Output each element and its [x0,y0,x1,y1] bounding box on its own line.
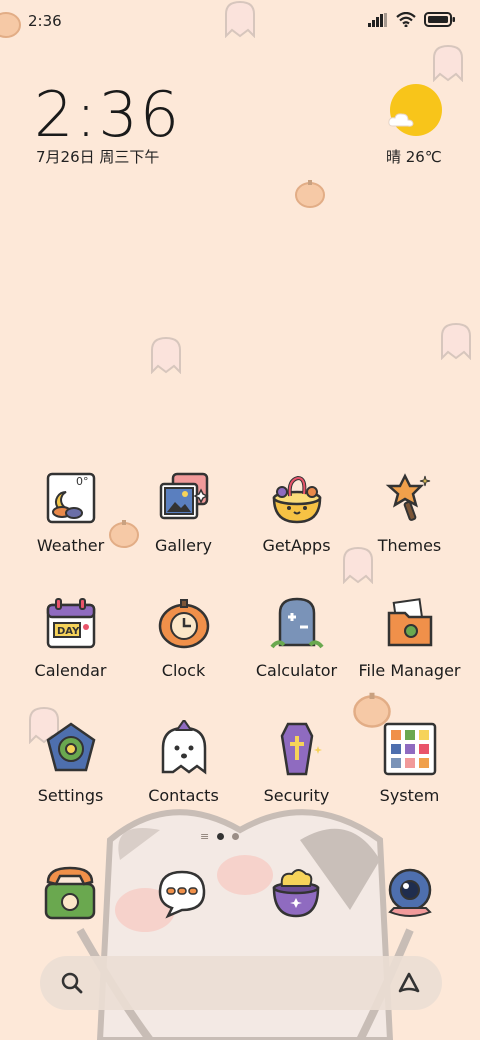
messages-icon[interactable] [152,862,212,922]
app-settings[interactable]: Settings [14,720,127,830]
ghost-decoration-icon [225,0,255,38]
ghost-decoration-icon [151,336,181,374]
cloud-icon [388,113,414,127]
app-system[interactable]: System [353,720,466,830]
phone-icon[interactable] [40,862,100,922]
cauldron-icon[interactable] [266,862,326,922]
gallery-icon [159,472,209,520]
battery-icon [424,12,455,27]
pumpkin-decoration-icon [295,180,325,208]
page-dot-active [217,833,225,840]
app-label: Clock [161,661,206,680]
file-manager-icon [387,598,433,647]
app-calculator[interactable]: Calculator [240,595,353,705]
app-label: Contacts [148,786,219,805]
search-bar[interactable] [40,956,442,1010]
security-icon [280,722,322,776]
app-getapps[interactable]: GetApps [240,470,353,580]
clock-widget-date[interactable]: 7月26日 周三下午 [36,146,159,167]
clock-icon [158,599,210,649]
camera-icon[interactable] [380,862,440,922]
app-file-manager[interactable]: File Manager [353,595,466,705]
app-gallery[interactable]: Gallery [127,470,240,580]
calendar-icon: DAY [46,598,96,649]
app-label: File Manager [358,661,461,680]
signal-icon [368,12,387,27]
app-label: Themes [377,536,442,555]
wifi-icon [396,12,416,27]
app-security[interactable]: Security [240,720,353,830]
sun-icon[interactable] [388,84,442,136]
svg-text:0°: 0° [76,475,89,488]
app-label: System [379,786,440,805]
weather-icon: 0° [46,472,96,524]
page-list-icon: ≡ [200,830,210,843]
app-label: Calendar [34,661,107,680]
page-indicator[interactable]: ≡ [200,830,240,843]
weather-widget-text[interactable]: 晴 26℃ [386,146,442,167]
app-label: Gallery [155,536,212,555]
svg-text:DAY: DAY [57,626,80,637]
app-label: Security [263,786,330,805]
app-contacts[interactable]: Contacts [127,720,240,830]
search-icon[interactable] [60,971,84,995]
settings-icon [46,722,96,772]
ghost-decoration-icon [441,322,471,360]
contacts-icon [161,720,207,775]
app-label: Calculator [255,661,338,680]
status-bar-icons [368,12,456,27]
page-dot [232,833,240,840]
app-label: Weather [36,536,105,555]
assistant-icon[interactable] [396,970,422,996]
pumpkin-decoration-icon [0,12,21,38]
calculator-icon [270,597,324,649]
system-icon [383,722,437,776]
app-themes[interactable]: Themes [353,470,466,580]
app-clock[interactable]: Clock [127,595,240,705]
status-bar-time: 2:36 [28,12,62,30]
clock-widget-time[interactable]: 2:36 [34,78,181,151]
app-label: GetApps [262,536,331,555]
app-label: Settings [37,786,104,805]
getapps-icon [272,475,322,524]
app-weather[interactable]: 0° Weather [14,470,127,580]
app-calendar[interactable]: DAY Calendar [14,595,127,705]
ghost-decoration-icon [433,44,463,82]
themes-icon [385,473,431,521]
